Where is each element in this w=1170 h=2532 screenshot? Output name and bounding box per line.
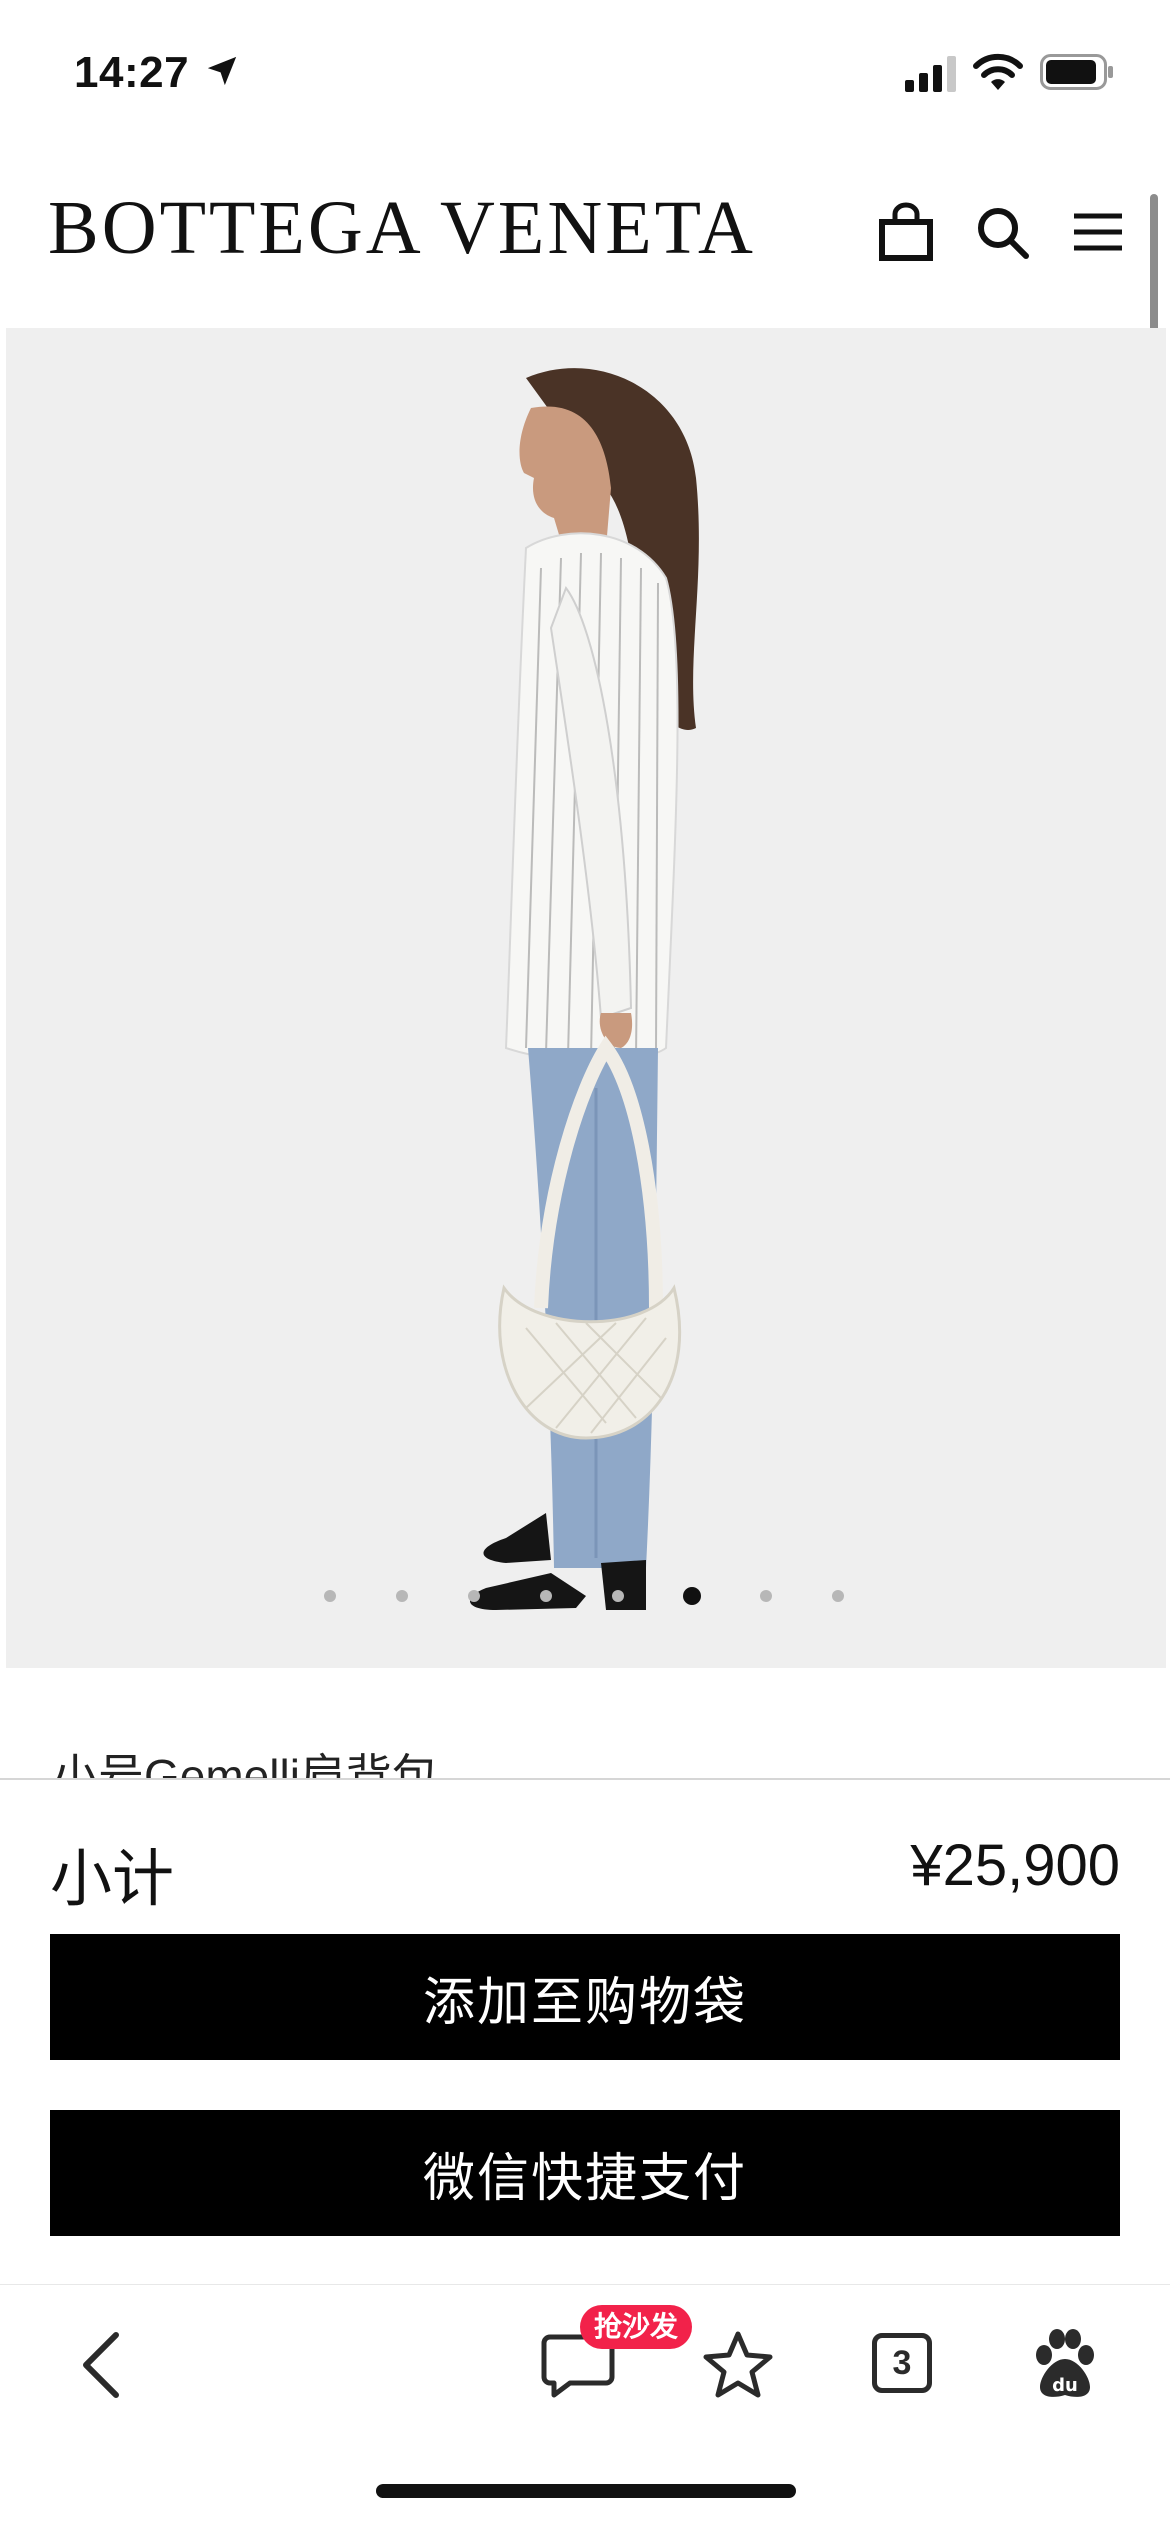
pagination-dot[interactable] bbox=[396, 1590, 408, 1602]
pagination-dot[interactable] bbox=[832, 1590, 844, 1602]
baidu-paw-icon[interactable]: du bbox=[1030, 2329, 1100, 2401]
status-time: 14:27 bbox=[74, 48, 190, 97]
svg-text:du: du bbox=[1052, 2375, 1078, 2396]
pagination-dot[interactable] bbox=[760, 1590, 772, 1602]
model-with-bag-illustration bbox=[469, 368, 699, 1610]
back-icon[interactable] bbox=[72, 2327, 132, 2403]
star-icon[interactable] bbox=[702, 2329, 774, 2401]
pagination-dot[interactable] bbox=[540, 1590, 552, 1602]
wifi-icon bbox=[973, 53, 1023, 90]
tabs-button[interactable]: 3 bbox=[872, 2333, 932, 2393]
brand-logo[interactable]: BOTTEGA VENETA bbox=[48, 190, 756, 266]
subtotal-label: 小计 bbox=[50, 1845, 175, 1914]
purchase-panel: 小计 ¥25,900 添加至购物袋 微信快捷支付 bbox=[0, 1778, 1170, 2284]
pagination-dot-active[interactable] bbox=[683, 1587, 701, 1605]
wechat-pay-button[interactable]: 微信快捷支付 bbox=[50, 2110, 1120, 2236]
subtotal-price: ¥25,900 bbox=[910, 1833, 1120, 1898]
site-header: BOTTEGA VENETA bbox=[0, 150, 1170, 325]
home-indicator[interactable] bbox=[376, 2484, 796, 2498]
search-icon[interactable] bbox=[972, 202, 1032, 262]
shopping-bag-icon[interactable] bbox=[876, 202, 936, 262]
signal-icon bbox=[905, 56, 956, 92]
battery-icon bbox=[1040, 54, 1113, 90]
pagination-dot[interactable] bbox=[468, 1590, 480, 1602]
pagination-dot[interactable] bbox=[324, 1590, 336, 1602]
image-pagination bbox=[0, 1582, 1170, 1612]
add-to-bag-button[interactable]: 添加至购物袋 bbox=[50, 1934, 1120, 2060]
menu-icon[interactable] bbox=[1068, 202, 1128, 262]
status-bar: 14:27 bbox=[0, 0, 1170, 140]
product-image[interactable] bbox=[6, 328, 1166, 1668]
pagination-dot[interactable] bbox=[612, 1590, 624, 1602]
comment-badge[interactable]: 抢沙发 bbox=[580, 2305, 693, 2349]
location-arrow-icon bbox=[207, 56, 237, 86]
